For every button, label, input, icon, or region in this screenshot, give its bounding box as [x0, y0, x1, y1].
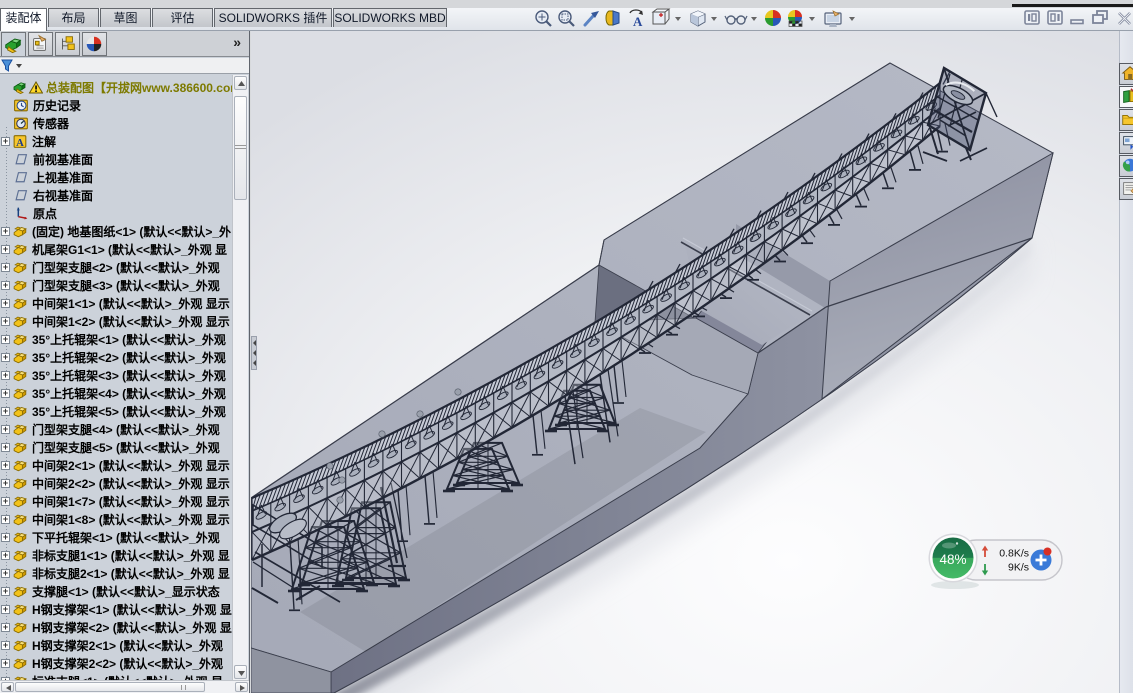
svg-text:0.8K/s: 0.8K/s — [999, 548, 1029, 560]
svg-text:48%: 48% — [939, 552, 966, 567]
svg-text:A: A — [16, 137, 24, 148]
svg-text:9K/s: 9K/s — [1008, 562, 1029, 574]
svg-text:A: A — [633, 14, 643, 29]
